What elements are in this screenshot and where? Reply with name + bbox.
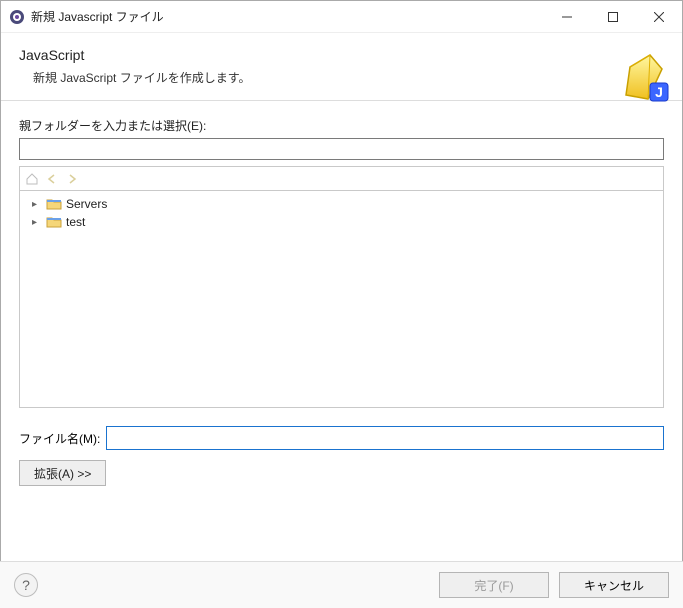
chevron-right-icon[interactable]: ▸ — [32, 199, 42, 210]
wizard-heading: JavaScript — [19, 47, 664, 63]
cancel-button[interactable]: キャンセル — [559, 572, 669, 598]
svg-text:J: J — [655, 84, 663, 100]
parent-folder-label: 親フォルダーを入力または選択(E): — [19, 117, 664, 134]
help-button[interactable]: ? — [14, 573, 38, 597]
tree-toolbar — [19, 166, 664, 190]
wizard-description: 新規 JavaScript ファイルを作成します。 — [19, 69, 664, 86]
parent-folder-input[interactable] — [19, 138, 664, 160]
tree-item[interactable]: ▸ test — [26, 213, 657, 231]
finish-button[interactable]: 完了(F) — [439, 572, 549, 598]
close-button[interactable] — [636, 1, 682, 33]
app-icon — [9, 9, 25, 25]
maximize-button[interactable] — [590, 1, 636, 33]
minimize-button[interactable] — [544, 1, 590, 33]
tree-item-label: test — [66, 215, 85, 229]
forward-icon[interactable] — [64, 171, 80, 187]
javascript-wizard-icon: J — [608, 47, 672, 111]
folder-tree[interactable]: ▸ Servers ▸ test — [19, 190, 664, 408]
wizard-banner: JavaScript 新規 JavaScript ファイルを作成します。 J — [1, 33, 682, 101]
back-icon[interactable] — [44, 171, 60, 187]
filename-label: ファイル名(M): — [19, 430, 100, 447]
titlebar: 新規 Javascript ファイル — [1, 1, 682, 33]
advanced-button[interactable]: 拡張(A) >> — [19, 460, 106, 486]
tree-item[interactable]: ▸ Servers — [26, 195, 657, 213]
chevron-right-icon[interactable]: ▸ — [32, 217, 42, 228]
wizard-body: 親フォルダーを入力または選択(E): ▸ Servers ▸ test — [1, 101, 682, 496]
home-icon[interactable] — [24, 171, 40, 187]
folder-icon — [46, 214, 62, 230]
wizard-footer: ? 完了(F) キャンセル — [0, 561, 683, 608]
window-title: 新規 Javascript ファイル — [31, 8, 164, 25]
tree-item-label: Servers — [66, 197, 107, 211]
folder-icon — [46, 196, 62, 212]
filename-input[interactable] — [106, 426, 664, 450]
